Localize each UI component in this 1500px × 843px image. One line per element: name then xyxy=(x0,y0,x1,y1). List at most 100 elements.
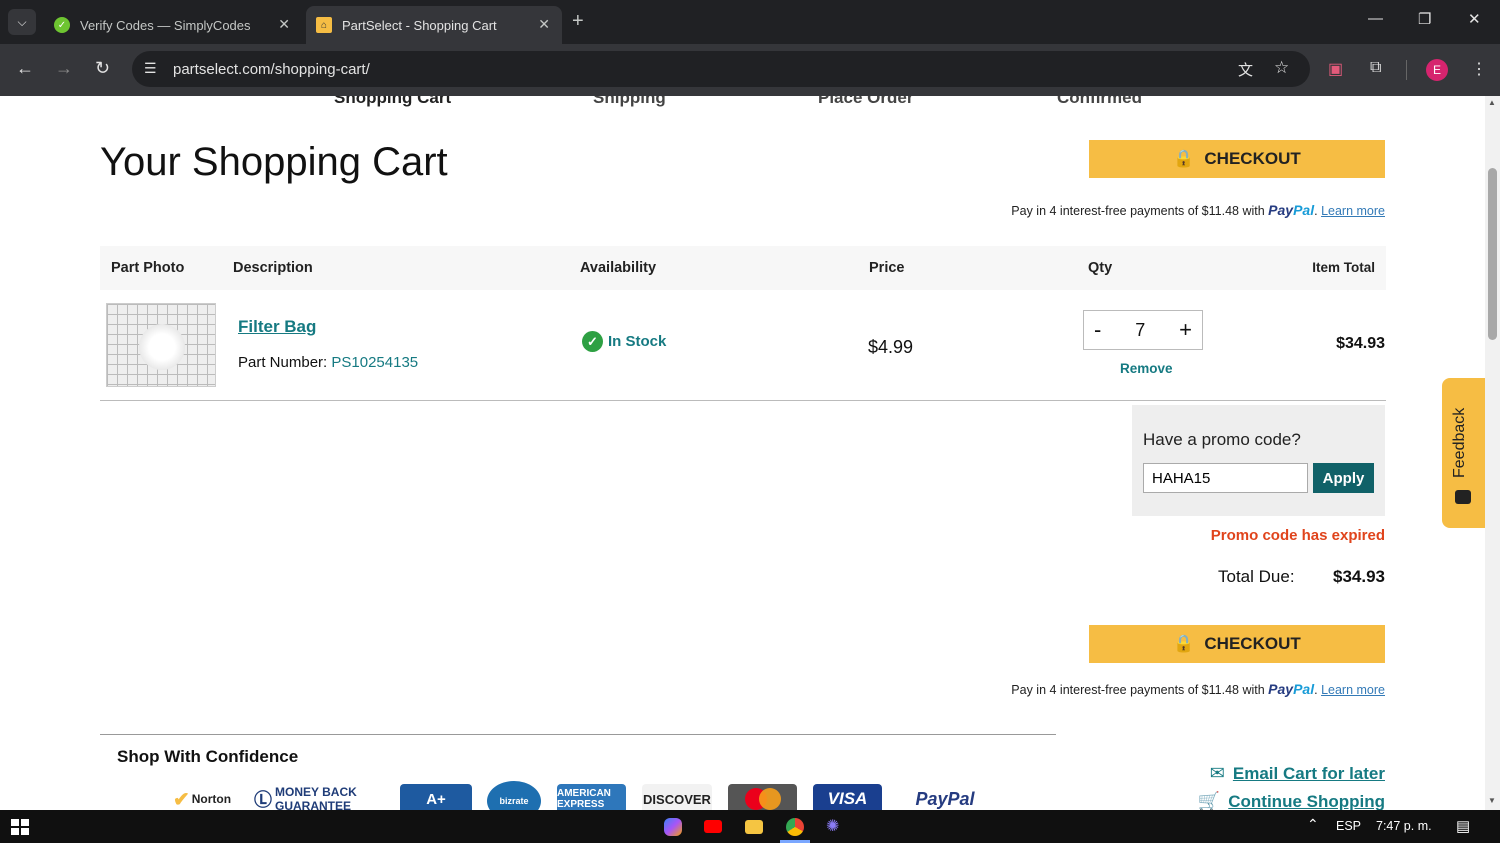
in-stock-label: In Stock xyxy=(608,333,667,350)
shopping-cart-icon: 🛒 xyxy=(1197,791,1221,810)
promo-code-box: Have a promo code? Apply xyxy=(1132,405,1385,516)
notification-icon[interactable]: ▤ xyxy=(1456,817,1470,835)
paypal-learn-more-link[interactable]: Learn more xyxy=(1321,683,1385,697)
paypal-learn-more-link[interactable]: Learn more xyxy=(1321,204,1385,218)
url-text[interactable]: partselect.com/shopping-cart/ xyxy=(173,61,370,78)
scroll-down-arrow-icon[interactable]: ▼ xyxy=(1488,796,1496,805)
money-back-badge: Ⓛ MONEY BACK GUARANTEE xyxy=(254,784,388,810)
language-indicator[interactable]: ESP xyxy=(1336,819,1361,833)
clock[interactable]: 7:47 p. m. xyxy=(1376,819,1432,833)
bizrate-badge: bizrate xyxy=(487,781,541,810)
email-cart-label[interactable]: Email Cart for later xyxy=(1233,764,1385,784)
discover-badge: DISCOVER xyxy=(642,784,712,810)
mastercard-orange-circle xyxy=(758,788,781,810)
browser-tab-strip: ⌵ ✓ Verify Codes — SimplyCodes ✕ ⌂ PartS… xyxy=(0,0,1500,44)
item-total: $34.93 xyxy=(1336,335,1385,352)
scrollbar-thumb[interactable] xyxy=(1488,168,1497,340)
norton-badge: ✔ Norton xyxy=(172,788,232,811)
bookmark-star-icon[interactable]: ☆ xyxy=(1274,58,1289,78)
back-icon[interactable]: ← xyxy=(16,58,34,79)
part-name-link[interactable]: Filter Bag xyxy=(238,317,316,337)
email-cart-link[interactable]: ✉ Email Cart for later xyxy=(1210,763,1385,784)
paypal-text: Pay in 4 interest-free payments of $11.4… xyxy=(1011,204,1265,218)
total-due-label: Total Due: xyxy=(1218,567,1295,586)
part-number-value: PS10254135 xyxy=(331,354,419,371)
new-tab-icon[interactable]: + xyxy=(572,10,584,33)
tab-verify-codes[interactable]: ✓ Verify Codes — SimplyCodes ✕ xyxy=(44,6,302,44)
col-item-total: Item Total xyxy=(1312,260,1375,275)
site-info-icon[interactable]: ☰ xyxy=(144,60,157,77)
lock-icon: 🔒 xyxy=(1173,634,1195,653)
paypal-badge-text: PayPal xyxy=(915,788,975,809)
step-confirmed: Confirmed xyxy=(1057,96,1142,107)
step-shopping-cart: Shopping Cart xyxy=(334,96,452,107)
windows-start-icon[interactable] xyxy=(11,819,29,835)
checkout-label: CHECKOUT xyxy=(1204,634,1301,653)
youtube-icon[interactable] xyxy=(704,820,722,833)
tab-search-button[interactable]: ⌵ xyxy=(8,9,36,35)
promo-prompt: Have a promo code? xyxy=(1143,430,1301,449)
checkout-label: CHECKOUT xyxy=(1204,149,1301,168)
paypal-brand-b: Pal xyxy=(1293,681,1315,697)
qty-decrease-button[interactable]: - xyxy=(1094,317,1101,343)
bbb-badge: A+ xyxy=(400,784,472,810)
partselect-favicon-icon: ⌂ xyxy=(316,17,332,33)
profile-avatar[interactable]: E xyxy=(1426,59,1448,81)
paypal-logo: PayPal xyxy=(1268,681,1314,697)
minimize-icon[interactable]: — xyxy=(1368,10,1383,27)
start-icon-pane xyxy=(21,819,29,826)
simplycodes-favicon-icon: ✓ xyxy=(54,17,70,33)
continue-shopping-label[interactable]: Continue Shopping xyxy=(1228,792,1385,811)
mastercard-badge xyxy=(728,784,797,810)
translate-icon[interactable]: 文 xyxy=(1238,59,1253,80)
feedback-label: Feedback xyxy=(1451,407,1468,478)
menu-kebab-icon[interactable]: ⋮ xyxy=(1471,59,1487,79)
col-price: Price xyxy=(869,260,905,276)
scroll-up-arrow-icon[interactable]: ▲ xyxy=(1488,98,1496,107)
checkout-button-top[interactable]: 🔒 CHECKOUT xyxy=(1089,140,1385,178)
unit-price: $4.99 xyxy=(868,337,914,357)
checkout-button-bottom[interactable]: 🔒 CHECKOUT xyxy=(1089,625,1385,663)
envelope-icon: ✉ xyxy=(1209,763,1225,783)
promo-code-input[interactable] xyxy=(1143,463,1308,493)
paypal-installments-top: Pay in 4 interest-free payments of $11.4… xyxy=(1011,202,1385,218)
tab-partselect[interactable]: ⌂ PartSelect - Shopping Cart ✕ xyxy=(306,6,562,44)
continue-shopping-link[interactable]: 🛒 Continue Shopping xyxy=(1198,791,1385,810)
cart-table-header: Part Photo Description Availability Pric… xyxy=(100,246,1386,290)
qty-input[interactable]: 7 xyxy=(1135,320,1145,341)
tray-chevron-up-icon[interactable]: ⌃ xyxy=(1307,816,1319,833)
chevron-down-icon: ⌵ xyxy=(17,14,27,29)
remove-item-link[interactable]: Remove xyxy=(1120,361,1173,376)
browser-toolbar: ← → ↻ ☰ partselect.com/shopping-cart/ 文 … xyxy=(0,44,1500,96)
restore-icon[interactable]: ❐ xyxy=(1418,10,1431,28)
extensions-puzzle-icon[interactable]: ⧉ xyxy=(1370,59,1381,77)
chrome-icon[interactable] xyxy=(786,818,804,836)
extension-gift-icon[interactable]: ▣ xyxy=(1328,59,1343,79)
apply-promo-button[interactable]: Apply xyxy=(1313,463,1374,493)
close-tab-icon[interactable]: ✕ xyxy=(538,16,550,33)
visa-badge: VISA xyxy=(813,784,882,810)
amex-text: AMERICAN EXPRESS xyxy=(557,788,611,810)
page-scrollbar[interactable]: ▲ ▼ xyxy=(1485,96,1500,810)
copilot-icon[interactable] xyxy=(664,818,682,836)
close-window-icon[interactable]: ✕ xyxy=(1468,10,1481,28)
feedback-tab[interactable]: Feedback xyxy=(1442,378,1485,528)
bbb-rating: A+ xyxy=(426,790,446,808)
reload-icon[interactable]: ↻ xyxy=(95,58,110,79)
windows-taskbar: ✺ ⌃ ESP 7:47 p. m. ▤ xyxy=(0,810,1500,843)
toolbar-divider xyxy=(1406,60,1407,80)
address-bar[interactable]: ☰ partselect.com/shopping-cart/ 文 ☆ xyxy=(132,51,1310,87)
promo-error-message: Promo code has expired xyxy=(1210,527,1385,544)
tab-title: PartSelect - Shopping Cart xyxy=(342,17,497,33)
part-photo[interactable] xyxy=(106,303,216,387)
forward-icon[interactable]: → xyxy=(55,58,73,79)
check-circle-icon: ✓ xyxy=(582,331,603,352)
part-number-label: Part Number: xyxy=(238,354,328,371)
step-place-order: Place Order xyxy=(818,96,914,107)
qty-increase-button[interactable]: + xyxy=(1179,317,1192,343)
file-explorer-icon[interactable] xyxy=(745,820,763,834)
bizrate-text: bizrate xyxy=(499,796,529,806)
sparkle-app-icon[interactable]: ✺ xyxy=(826,816,839,836)
close-tab-icon[interactable]: ✕ xyxy=(278,16,290,33)
paypal-brand-b: Pal xyxy=(1293,202,1315,218)
